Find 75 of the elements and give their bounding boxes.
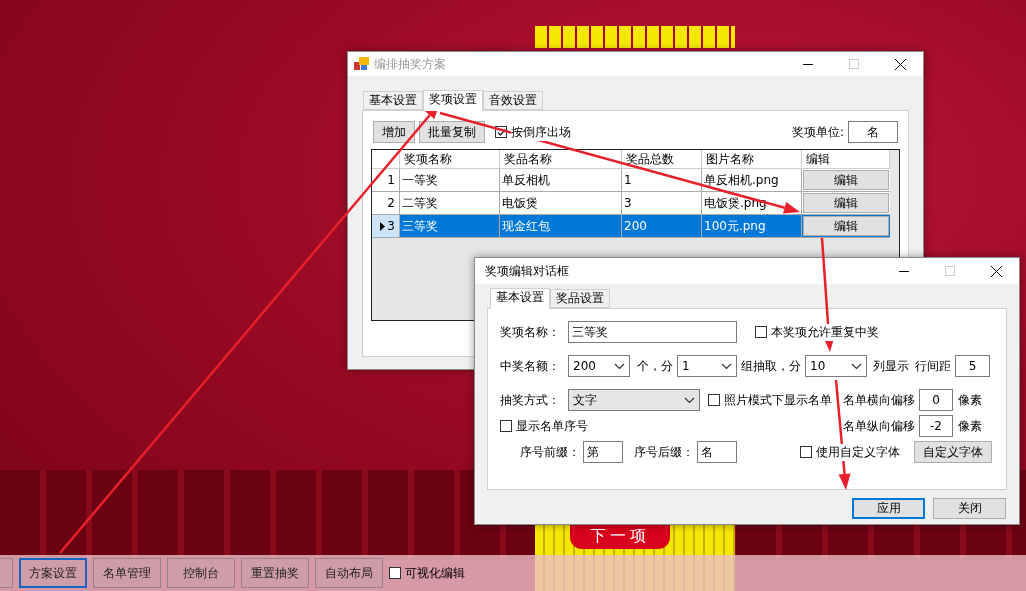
row-header[interactable]: 2 — [372, 192, 400, 215]
tab[interactable]: 基本设置 — [363, 91, 423, 110]
field-label: 中奖名额： — [500, 357, 561, 375]
row-header[interactable]: 3 — [372, 215, 400, 238]
field-label: 奖项名称： — [500, 323, 561, 341]
offset-field[interactable]: 0 — [919, 389, 953, 411]
suffix-field[interactable]: 名 — [697, 441, 737, 463]
tab[interactable]: 基本设置 — [490, 288, 550, 309]
table-cell: 3 — [622, 192, 702, 215]
column-header[interactable]: 图片名称 — [702, 150, 802, 169]
quota-dropdown[interactable]: 200 — [568, 355, 630, 377]
toolbar-button[interactable]: 增加 — [373, 121, 415, 143]
table-cell: 单反相机.png — [702, 169, 802, 192]
field-label: 行间距 — [915, 357, 951, 375]
unit-label: 像素 — [958, 417, 982, 435]
table-cell: 单反相机 — [500, 169, 622, 192]
dropdown-caret-icon — [721, 362, 732, 370]
table-cell: 200 — [622, 215, 702, 238]
table-cell: 100元.png — [702, 215, 802, 238]
table-cell: 一等奖 — [400, 169, 500, 192]
checkbox[interactable]: 照片模式下显示名单 — [708, 391, 832, 409]
app-icon — [354, 57, 370, 71]
toolbar-button[interactable]: 重置抽奖 — [241, 558, 309, 588]
dropdown-caret-icon — [684, 396, 695, 404]
table-cell: 三等奖 — [400, 215, 500, 238]
dropdown-caret-icon — [851, 362, 862, 370]
toolbar-button[interactable]: 名单管理 — [93, 558, 161, 588]
dropdown-caret-icon — [614, 362, 625, 370]
dialog-title: 奖项编辑对话框 — [485, 262, 570, 280]
table-cell: 二等奖 — [400, 192, 500, 215]
toolbar-button[interactable] — [0, 558, 13, 588]
edit-button[interactable]: 编辑 — [803, 216, 889, 236]
checkbox[interactable]: 可视化编辑 — [389, 564, 465, 582]
unit-label: 像素 — [958, 391, 982, 409]
toolbar-button[interactable]: 自动布局 — [315, 558, 383, 588]
field-label: 个，分 — [637, 357, 673, 375]
dialog-button[interactable]: 关闭 — [933, 498, 1006, 519]
toolbar-button[interactable]: 批量复制 — [419, 121, 485, 143]
field-label: 组抽取，分 — [741, 357, 801, 375]
dialog-button[interactable]: 应用 — [852, 498, 925, 519]
prize-name-field[interactable]: 三等奖 — [568, 321, 737, 343]
custom-font-button[interactable]: 自定义字体 — [914, 441, 992, 463]
next-button[interactable]: 下一项 — [570, 523, 670, 549]
field-label: 序号前缀： — [520, 443, 580, 461]
unit-field[interactable]: 名 — [848, 121, 898, 143]
field-label: 奖项单位: — [791, 123, 844, 141]
column-header[interactable]: 奖品名称 — [500, 150, 622, 169]
offset-field[interactable]: -2 — [919, 415, 953, 437]
column-header[interactable]: 编辑 — [802, 150, 890, 169]
tab[interactable]: 奖品设置 — [550, 289, 610, 308]
tab[interactable]: 奖项设置 — [423, 90, 483, 111]
group-dropdown[interactable]: 1 — [677, 355, 737, 377]
field-label: 序号后缀： — [634, 443, 694, 461]
field-label: 名单横向偏移 — [843, 391, 915, 409]
edit-button[interactable]: 编辑 — [803, 170, 889, 190]
current-row-icon — [380, 221, 386, 231]
row-header[interactable]: 1 — [372, 169, 400, 192]
window-title: 编排抽奖方案 — [374, 55, 447, 73]
edit-button[interactable]: 编辑 — [803, 193, 889, 213]
toolbar-button[interactable]: 控制台 — [167, 558, 235, 588]
line-spacing-field[interactable]: 5 — [955, 355, 990, 377]
table-cell: 现金红包 — [500, 215, 622, 238]
column-dropdown[interactable]: 10 — [805, 355, 867, 377]
prefix-field[interactable]: 第 — [583, 441, 623, 463]
mode-dropdown[interactable]: 文字 — [568, 389, 700, 411]
field-label: 抽奖方式： — [500, 391, 561, 409]
field-label: 名单纵向偏移 — [843, 417, 915, 435]
table-cell: 1 — [622, 169, 702, 192]
tab[interactable]: 音效设置 — [483, 91, 543, 110]
checkbox[interactable]: 显示名单序号 — [500, 417, 588, 435]
table-cell: 电饭煲 — [500, 192, 622, 215]
column-header[interactable]: 奖品总数 — [622, 150, 702, 169]
toolbar-button[interactable]: 方案设置 — [19, 558, 87, 588]
column-header[interactable]: 奖项名称 — [400, 150, 500, 169]
field-label: 列显示 — [873, 357, 909, 375]
